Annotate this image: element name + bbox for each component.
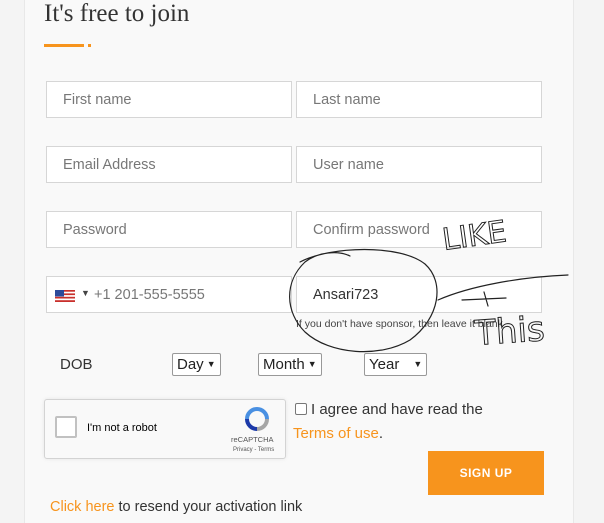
chevron-down-icon: ▼ xyxy=(413,359,423,369)
title-underline-dot xyxy=(88,44,91,47)
day-select[interactable]: Day ▼ xyxy=(172,353,221,376)
password-field[interactable] xyxy=(46,211,292,248)
recaptcha-checkbox[interactable] xyxy=(55,416,77,438)
confirm-password-field[interactable] xyxy=(296,211,542,248)
recaptcha-label: I'm not a robot xyxy=(87,422,157,434)
year-select[interactable]: Year ▼ xyxy=(364,353,428,376)
agree-checkbox[interactable] xyxy=(295,403,307,415)
recaptcha-widget: I'm not a robot reCAPTCHA Privacy - Term… xyxy=(44,399,286,459)
chevron-down-icon: ▼ xyxy=(307,359,317,369)
username-field[interactable] xyxy=(296,146,542,183)
confirm-password-input[interactable] xyxy=(297,212,541,247)
first-name-field[interactable] xyxy=(46,81,292,118)
username-input[interactable] xyxy=(297,147,541,182)
day-select-value: Day xyxy=(177,356,204,373)
sponsor-input[interactable] xyxy=(297,277,541,312)
sponsor-field[interactable] xyxy=(296,276,542,313)
terms-suffix: . xyxy=(378,425,384,442)
recaptcha-logo-icon xyxy=(245,407,269,431)
agree-label: I agree and have read the xyxy=(311,401,483,418)
phone-field[interactable]: ▼ xyxy=(46,276,292,313)
month-select-value: Month xyxy=(263,356,305,373)
month-select[interactable]: Month ▼ xyxy=(258,353,322,376)
title-underline xyxy=(44,44,84,47)
sponsor-note: If you don't have sponsor, then leave it… xyxy=(296,318,503,330)
resend-activation-text: to resend your activation link xyxy=(114,499,303,515)
first-name-input[interactable] xyxy=(47,82,291,117)
resend-activation: Click here to resend your activation lin… xyxy=(50,499,302,515)
password-input[interactable] xyxy=(47,212,291,247)
page-title: It's free to join xyxy=(44,0,190,27)
year-select-value: Year xyxy=(369,356,400,373)
chevron-down-icon: ▼ xyxy=(206,359,216,369)
last-name-input[interactable] xyxy=(297,82,541,117)
dob-label: DOB xyxy=(60,356,93,373)
us-flag-icon[interactable] xyxy=(55,290,75,302)
email-field[interactable] xyxy=(46,146,292,183)
recaptcha-brand: reCAPTCHA xyxy=(231,435,274,444)
terms-of-use-link[interactable]: Terms of use xyxy=(293,425,379,442)
recaptcha-links[interactable]: Privacy - Terms xyxy=(233,447,274,453)
country-dropdown-icon[interactable]: ▼ xyxy=(81,288,90,298)
email-input[interactable] xyxy=(47,147,291,182)
resend-activation-link[interactable]: Click here xyxy=(50,499,114,515)
last-name-field[interactable] xyxy=(296,81,542,118)
terms-line: Terms of use. xyxy=(293,425,383,442)
sign-up-button[interactable]: SIGN UP xyxy=(428,451,544,495)
